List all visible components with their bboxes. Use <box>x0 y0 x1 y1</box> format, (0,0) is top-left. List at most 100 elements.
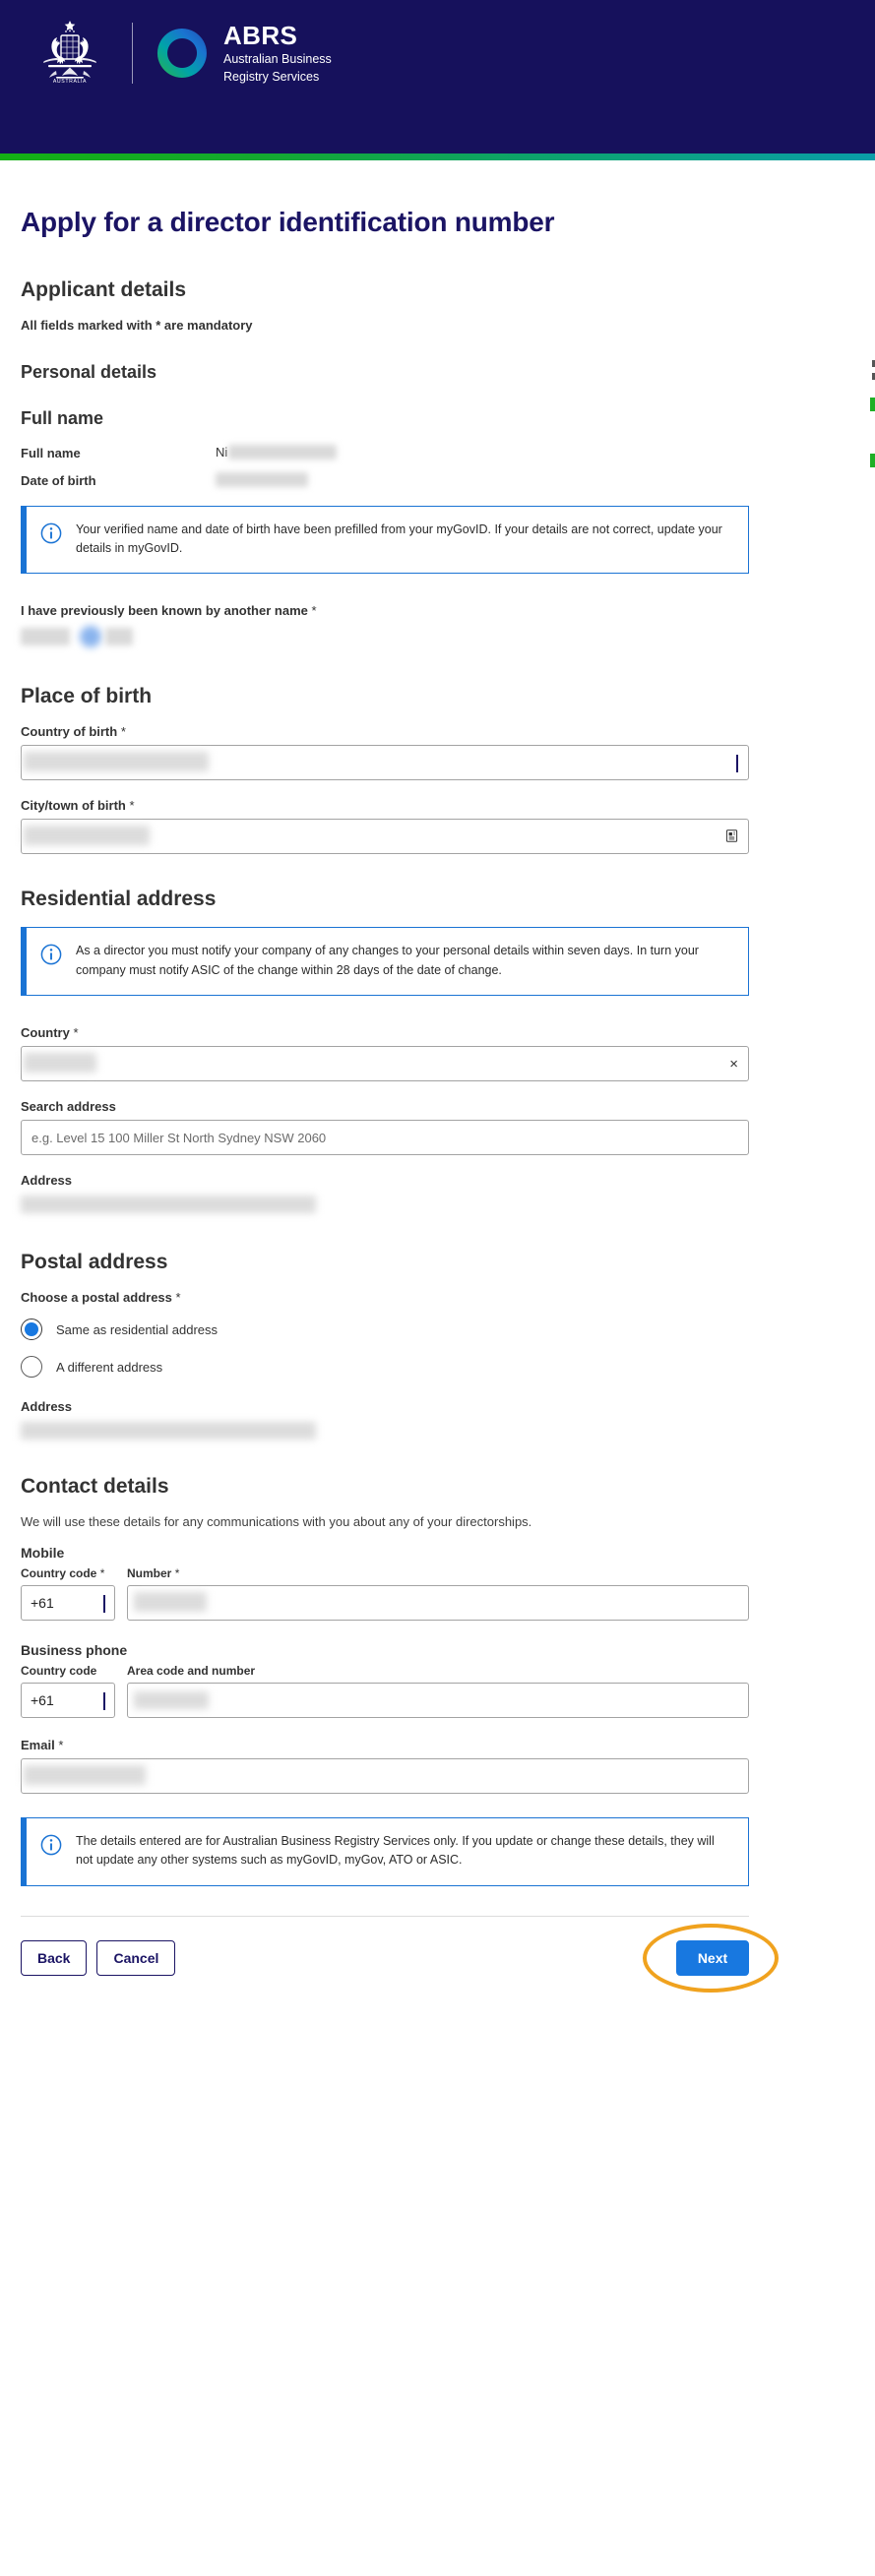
residential-address-heading: Residential address <box>21 888 217 911</box>
back-button[interactable]: Back <box>21 1939 88 1976</box>
site-header: AUSTRALIA ABRS Australian Business Regis… <box>0 0 875 153</box>
business-number-label: Area code and number <box>127 1664 256 1679</box>
email-label: Email * <box>21 1738 749 1752</box>
actions-divider <box>21 1915 749 1917</box>
mobile-number-required-marker: * <box>174 1566 180 1581</box>
cancel-button[interactable]: Cancel <box>96 1939 176 1976</box>
mobile-heading: Mobile <box>21 1545 65 1562</box>
postal-address-heading: Postal address <box>21 1251 168 1274</box>
business-phone-row: Country code +61 Area code and number <box>21 1664 749 1719</box>
contact-details-heading: Contact details <box>21 1475 169 1499</box>
info-icon <box>40 522 62 543</box>
radio-same-as-residential-label: Same as residential address <box>56 1321 219 1337</box>
address-book-icon[interactable] <box>725 829 738 844</box>
email-field-group: Email * <box>21 1738 749 1795</box>
search-address-label: Search address <box>21 1099 116 1115</box>
header-accent-bar <box>0 153 875 160</box>
previous-name-redacted-b <box>80 626 101 648</box>
svg-text:AUSTRALIA: AUSTRALIA <box>53 79 87 85</box>
page-container: Apply for a director identification numb… <box>0 160 875 2015</box>
chevron-down-icon[interactable] <box>736 755 738 773</box>
radio-different-address[interactable] <box>21 1356 42 1379</box>
next-button[interactable]: Next <box>676 1939 749 1976</box>
radio-different-address-label: A different address <box>56 1359 163 1375</box>
city-of-birth-label-text: City/town of birth <box>21 798 126 814</box>
country-of-birth-label: Country of birth * <box>21 724 749 739</box>
mandatory-fields-note: All fields marked with * are mandatory <box>21 317 253 333</box>
chevron-down-icon[interactable] <box>103 1595 105 1614</box>
radio-option-same-as-residential[interactable]: Same as residential address <box>21 1319 749 1341</box>
postal-address-redacted <box>21 1422 316 1441</box>
email-required-marker: * <box>58 1738 64 1753</box>
search-address-input[interactable]: e.g. Level 15 100 Miller St North Sydney… <box>21 1120 749 1156</box>
mobile-country-code-label: Country code * <box>21 1566 115 1580</box>
previous-name-radio-group[interactable] <box>21 624 749 653</box>
mobile-number-group: Number * <box>127 1566 749 1622</box>
country-of-birth-field: Country of birth * <box>21 724 749 781</box>
personal-details-heading: Personal details <box>21 361 157 382</box>
full-name-row: Full name Ni <box>21 444 749 460</box>
email-input[interactable] <box>21 1758 749 1795</box>
business-country-code-label: Country code <box>21 1664 97 1679</box>
chevron-down-icon[interactable] <box>103 1692 105 1711</box>
brand-lockup[interactable]: AUSTRALIA ABRS Australian Business Regis… <box>31 18 332 89</box>
choose-postal-address-field: Choose a postal address * Same as reside… <box>21 1290 749 1379</box>
business-country-code-select[interactable]: +61 <box>21 1683 115 1719</box>
choose-postal-address-label: Choose a postal address * <box>21 1290 749 1305</box>
abrs-only-info-callout: The details entered are for Australian B… <box>21 1817 749 1886</box>
postal-address-value <box>21 1420 749 1445</box>
choose-postal-address-label-text: Choose a postal address <box>21 1290 172 1306</box>
mobile-country-code-select[interactable]: +61 <box>21 1585 115 1622</box>
mobile-number-input[interactable] <box>127 1585 749 1622</box>
prefill-info-text: Your verified name and date of birth hav… <box>76 521 722 555</box>
previous-name-label-text: I have previously been known by another … <box>21 603 308 619</box>
residential-info-text: As a director you must notify your compa… <box>76 944 699 977</box>
brand-divider <box>132 23 133 84</box>
residential-country-input[interactable]: × <box>21 1046 749 1082</box>
mobile-country-code-label-text: Country code <box>21 1566 97 1581</box>
full-name-value-visible: Ni <box>216 444 228 460</box>
country-of-birth-value-redacted <box>24 752 209 772</box>
mobile-row: Country code * +61 Number * <box>21 1566 749 1622</box>
city-of-birth-label: City/town of birth * <box>21 798 749 813</box>
full-name-redacted <box>228 444 338 460</box>
abrs-title: ABRS <box>223 20 298 50</box>
city-of-birth-required-marker: * <box>129 798 135 814</box>
australian-coat-of-arms-icon: AUSTRALIA <box>43 21 96 85</box>
abrs-wordmark: ABRS Australian Business Registry Servic… <box>223 22 332 85</box>
postal-address-label: Address <box>21 1399 73 1415</box>
residential-country-required-marker: * <box>73 1025 79 1041</box>
residential-address-redacted <box>21 1196 316 1214</box>
abrs-logo[interactable]: ABRS Australian Business Registry Servic… <box>155 22 332 85</box>
clear-icon[interactable]: × <box>729 1057 738 1072</box>
date-of-birth-label: Date of birth <box>21 472 96 488</box>
date-of-birth-row: Date of birth <box>21 471 749 488</box>
residential-country-value-redacted <box>24 1053 96 1073</box>
radio-same-as-residential[interactable] <box>21 1319 42 1341</box>
date-of-birth-value <box>216 471 308 487</box>
mobile-country-code-value: +61 <box>31 1595 54 1612</box>
info-icon <box>40 1834 62 1856</box>
choose-postal-address-required-marker: * <box>175 1290 181 1306</box>
business-phone-heading: Business phone <box>21 1642 128 1659</box>
country-of-birth-select[interactable] <box>21 745 749 781</box>
residential-country-label: Country * <box>21 1025 749 1040</box>
country-of-birth-label-text: Country of birth <box>21 724 118 740</box>
applicant-details-heading: Applicant details <box>21 277 187 301</box>
abrs-sub-line2: Registry Services <box>223 70 320 85</box>
residential-address-display: Address <box>21 1173 749 1219</box>
business-country-code-group: Country code +61 <box>21 1664 115 1719</box>
country-of-birth-required-marker: * <box>120 724 126 740</box>
radio-option-different-address[interactable]: A different address <box>21 1356 749 1379</box>
abrs-only-info-text: The details entered are for Australian B… <box>76 1834 715 1868</box>
business-number-input[interactable] <box>127 1683 749 1719</box>
form-actions: Back Cancel Next <box>21 1923 779 2015</box>
city-of-birth-input[interactable] <box>21 819 749 855</box>
residential-country-field: Country * × <box>21 1025 749 1082</box>
place-of-birth-heading: Place of birth <box>21 685 153 708</box>
email-value-redacted <box>24 1765 146 1786</box>
residential-address-value <box>21 1194 749 1219</box>
edge-widget-artifact-green-2 <box>870 454 875 467</box>
form-content: Apply for a director identification numb… <box>21 160 779 2015</box>
mobile-country-code-required-marker: * <box>99 1566 105 1581</box>
